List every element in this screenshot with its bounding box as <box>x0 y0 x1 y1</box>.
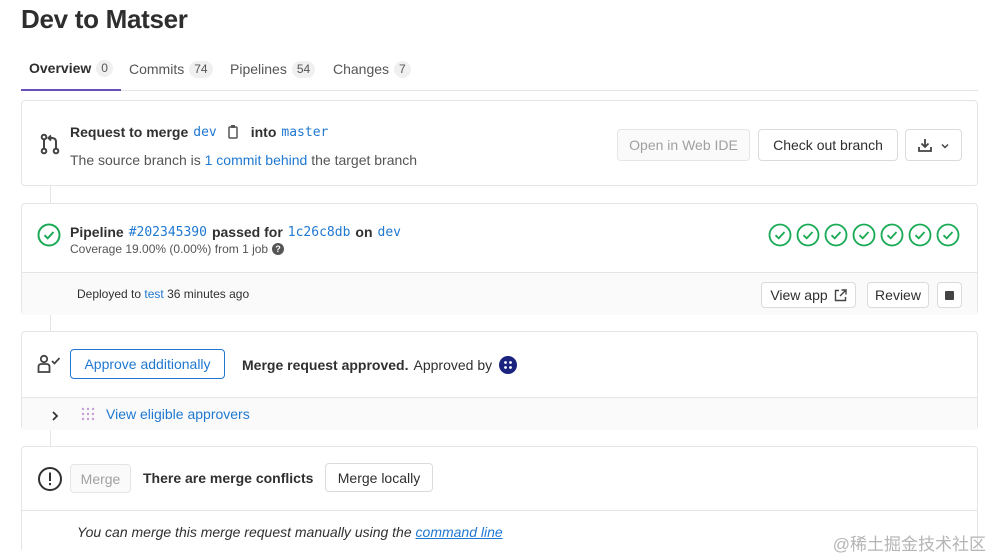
tab-commits[interactable]: Commits 74 <box>129 47 213 91</box>
approved-by-label: Approved by <box>413 357 493 373</box>
pipeline-stage-success-icon[interactable] <box>880 223 904 247</box>
merge-conflicts-text: There are merge conflicts <box>143 470 314 486</box>
external-link-icon <box>834 288 847 302</box>
pipeline-stage-success-icon[interactable] <box>796 223 820 247</box>
source-branch[interactable]: dev <box>193 125 216 140</box>
merge-request-info-card: Request to merge dev into master The sou… <box>21 100 978 186</box>
warning-circle-icon <box>37 466 63 492</box>
status-prefix: The source branch is <box>70 152 201 168</box>
question-circle-icon[interactable]: ? <box>272 243 285 255</box>
target-branch[interactable]: master <box>281 125 328 140</box>
tab-overview[interactable]: Overview 0 <box>21 47 121 91</box>
timeline-connector <box>50 186 51 204</box>
eligible-approvers-row[interactable]: View eligible approvers <box>22 397 977 430</box>
branch-status: The source branch is 1 commit behind the… <box>70 152 417 168</box>
tab-count: 0 <box>96 59 113 77</box>
copy-branch-icon[interactable] <box>226 124 240 140</box>
approved-text: Merge request approved. <box>242 357 409 373</box>
pipeline-header: Pipeline #202345390 passed for 1c26c8db … <box>70 224 401 240</box>
status-suffix: the target branch <box>311 152 418 168</box>
passed-for-label: passed for <box>211 224 283 240</box>
watermark: @稀土掘金技术社区 <box>832 535 986 554</box>
tab-count: 54 <box>291 60 316 78</box>
chevron-right-icon[interactable] <box>50 409 60 421</box>
pipeline-stage-success-icon[interactable] <box>768 223 792 247</box>
request-label: Request to merge <box>70 124 189 140</box>
pipeline-branch-link[interactable]: dev <box>378 225 401 240</box>
pipeline-stage-success-icon[interactable] <box>852 223 876 247</box>
environment-link[interactable]: test <box>144 287 163 301</box>
tab-label: Changes <box>333 61 390 77</box>
tab-label: Pipelines <box>230 61 287 77</box>
command-line-link[interactable]: command line <box>416 524 503 540</box>
view-app-button[interactable]: View app <box>761 282 856 308</box>
tabs-bar: Overview 0 Commits 74 Pipelines 54 Chang… <box>21 47 978 91</box>
deploy-time: 36 minutes ago <box>167 287 250 301</box>
tab-label: Overview <box>29 60 92 76</box>
approval-user-check-icon <box>36 352 64 376</box>
deployment-row: Deployed to test 36 minutes ago View app… <box>22 272 977 315</box>
pipeline-card: Pipeline #202345390 passed for 1c26c8db … <box>21 203 978 315</box>
pipeline-status-success-icon[interactable] <box>37 223 61 247</box>
download-dropdown-button[interactable] <box>905 129 962 161</box>
merge-button[interactable]: Merge <box>70 464 131 493</box>
pipeline-stage-success-icon[interactable] <box>936 223 960 247</box>
chevron-down-icon <box>939 139 951 151</box>
stop-environment-button[interactable] <box>937 282 962 308</box>
deploy-prefix: Deployed to <box>77 287 142 301</box>
merge-request-header: Request to merge dev into master <box>70 124 328 140</box>
view-app-label: View app <box>770 287 828 303</box>
approvers-group-icon <box>79 405 97 423</box>
download-icon <box>917 137 933 153</box>
on-label: on <box>355 224 373 240</box>
svg-text:?: ? <box>275 244 281 254</box>
pipeline-label: Pipeline <box>70 224 124 240</box>
timeline-connector <box>50 429 51 447</box>
pipeline-id-link[interactable]: #202345390 <box>129 225 207 240</box>
view-eligible-approvers-link[interactable]: View eligible approvers <box>106 406 250 422</box>
tab-changes[interactable]: Changes 7 <box>333 47 411 91</box>
pipeline-stage-success-icon[interactable] <box>908 223 932 247</box>
timeline-connector <box>50 314 51 332</box>
open-web-ide-button[interactable]: Open in Web IDE <box>617 129 750 161</box>
tab-pipelines[interactable]: Pipelines 54 <box>230 47 316 91</box>
tab-label: Commits <box>129 61 185 77</box>
coverage-text: Coverage 19.00% (0.00%) from 1 job <box>70 242 269 256</box>
pipeline-stage-success-icon[interactable] <box>824 223 848 247</box>
tab-count: 7 <box>394 60 411 78</box>
deployment-info: Deployed to test 36 minutes ago <box>77 287 249 301</box>
stop-icon <box>945 290 954 300</box>
manual-merge-text: You can merge this merge request manuall… <box>77 524 412 540</box>
tab-count: 74 <box>189 60 213 78</box>
merge-request-icon <box>38 132 62 156</box>
coverage-info: Coverage 19.00% (0.00%) from 1 job ? <box>70 242 285 256</box>
approval-status: Merge request approved. Approved by <box>242 356 518 374</box>
merge-locally-button[interactable]: Merge locally <box>325 463 433 492</box>
approve-additionally-button[interactable]: Approve additionally <box>70 349 225 379</box>
commit-sha-link[interactable]: 1c26c8db <box>288 225 351 240</box>
approval-card: Approve additionally Merge request appro… <box>21 331 978 430</box>
review-button[interactable]: Review <box>867 282 929 308</box>
manual-merge-info: You can merge this merge request manuall… <box>77 524 503 540</box>
into-label: into <box>250 124 277 140</box>
approver-avatar[interactable] <box>499 356 518 374</box>
page-title: Dev to Matser <box>21 4 188 34</box>
commits-behind-link[interactable]: 1 commit behind <box>205 152 308 168</box>
check-out-branch-button[interactable]: Check out branch <box>758 129 898 161</box>
